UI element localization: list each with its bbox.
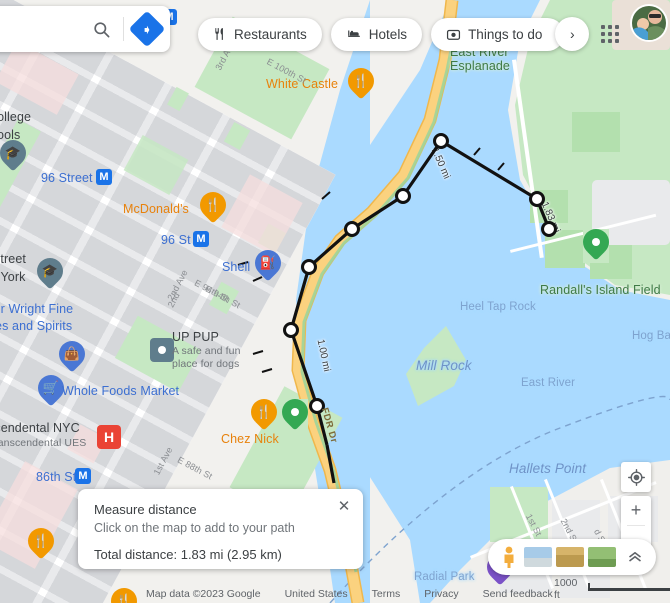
- street-label: E 88th St: [175, 454, 215, 482]
- hotel-icon: [346, 27, 362, 41]
- chip-label: Hotels: [368, 26, 408, 42]
- scale-bar: [588, 582, 670, 591]
- map-label[interactable]: 96 Street: [41, 171, 93, 185]
- footer-send-feedback[interactable]: Send feedback: [483, 588, 553, 600]
- map-label[interactable]: Hog Ba: [632, 330, 670, 342]
- map-label[interactable]: scendental NYC: [0, 421, 80, 435]
- google-apps-button[interactable]: [592, 16, 628, 52]
- photo-thumbnail[interactable]: [524, 547, 552, 567]
- chip-hotels[interactable]: Hotels: [330, 17, 423, 51]
- map-label[interactable]: Heel Tap Rock: [460, 301, 536, 313]
- scale-label: 1000 ft: [554, 577, 578, 601]
- footer-attribution: Map data ©2023 Google: [146, 587, 261, 600]
- account-avatar[interactable]: [632, 6, 666, 40]
- search-icon[interactable]: [79, 7, 123, 51]
- measure-card-title: Measure distance: [94, 502, 197, 517]
- chip-things-to-do[interactable]: Things to do: [431, 17, 565, 51]
- map-label[interactable]: Street: [0, 252, 26, 266]
- map-label[interactable]: 96 St: [161, 233, 191, 247]
- map-label[interactable]: Mill Rock: [416, 358, 472, 373]
- measure-total-distance: Total distance: 1.83 mi (2.95 km): [94, 547, 282, 562]
- map-label[interactable]: Hallets Point: [509, 461, 586, 476]
- footer-country[interactable]: United States: [285, 588, 348, 600]
- map-label[interactable]: McDonald's: [123, 202, 189, 216]
- highway-label: FDR Dr: [318, 406, 340, 445]
- map-label[interactable]: ter Wright Fine: [0, 302, 73, 316]
- map-label[interactable]: UP PUP: [172, 330, 219, 344]
- chip-label: Things to do: [468, 26, 543, 42]
- footer-privacy[interactable]: Privacy: [424, 588, 458, 600]
- map-label[interactable]: College: [0, 110, 31, 124]
- directions-button[interactable]: ➧: [124, 6, 170, 52]
- search-bar[interactable]: ➧: [0, 6, 170, 52]
- my-location-button[interactable]: [621, 462, 651, 492]
- map-label[interactable]: A safe and fun: [172, 345, 241, 357]
- footer-terms[interactable]: Terms: [372, 588, 401, 600]
- map-label[interactable]: Transcendental UES: [0, 437, 86, 449]
- map-label[interactable]: w York: [0, 270, 25, 284]
- street-label: E 94th St: [203, 283, 243, 311]
- map-label[interactable]: Radial Park: [414, 571, 475, 583]
- map-label[interactable]: Esplanade: [450, 59, 510, 73]
- map-label[interactable]: nes and Spirits: [0, 319, 72, 333]
- measure-card-subtitle: Click on the map to add to your path: [94, 521, 295, 535]
- expand-chevron-up-icon[interactable]: [624, 552, 646, 562]
- zoom-in-button[interactable]: +: [621, 496, 651, 525]
- street-view-image-strip: [488, 539, 656, 575]
- close-icon[interactable]: ✕: [333, 495, 355, 517]
- chips-next-button[interactable]: ›: [555, 17, 590, 51]
- map-label[interactable]: 86th St: [36, 470, 76, 484]
- photo-thumbnail[interactable]: [556, 547, 584, 567]
- photo-thumbnail[interactable]: [588, 547, 616, 567]
- map-label[interactable]: hools: [0, 128, 20, 142]
- restaurant-icon: [213, 27, 227, 41]
- pegman-icon[interactable]: [498, 544, 520, 570]
- directions-icon: ➧: [128, 10, 166, 48]
- map-scale: 1000 ft: [554, 577, 670, 601]
- category-chips: Restaurants Hotels Things to do ›: [198, 17, 590, 51]
- apps-grid-icon: [601, 25, 619, 43]
- google-maps-app: 1.50 mi1.83 mi1.00 mi 🎓🎓🍴🍴⛽👜🛒🍴🍴🍴PHMMMM C…: [0, 0, 670, 603]
- camera-icon: [446, 27, 461, 42]
- measure-distance-card: ✕ Measure distance Click on the map to a…: [78, 489, 363, 569]
- chip-restaurants[interactable]: Restaurants: [198, 17, 322, 51]
- chip-label: Restaurants: [234, 26, 307, 42]
- street-label: 1st St: [523, 512, 544, 538]
- map-label[interactable]: Shell: [222, 260, 250, 274]
- street-label: 1st Ave: [151, 445, 175, 477]
- map-label[interactable]: Whole Foods Market: [62, 384, 179, 398]
- map-label[interactable]: East River: [521, 377, 575, 389]
- street-label: 3rd A: [213, 48, 233, 72]
- map-label[interactable]: Randall's Island Field: [540, 283, 661, 297]
- map-label[interactable]: Chez Nick: [221, 432, 279, 446]
- map-label[interactable]: place for dogs: [172, 358, 239, 370]
